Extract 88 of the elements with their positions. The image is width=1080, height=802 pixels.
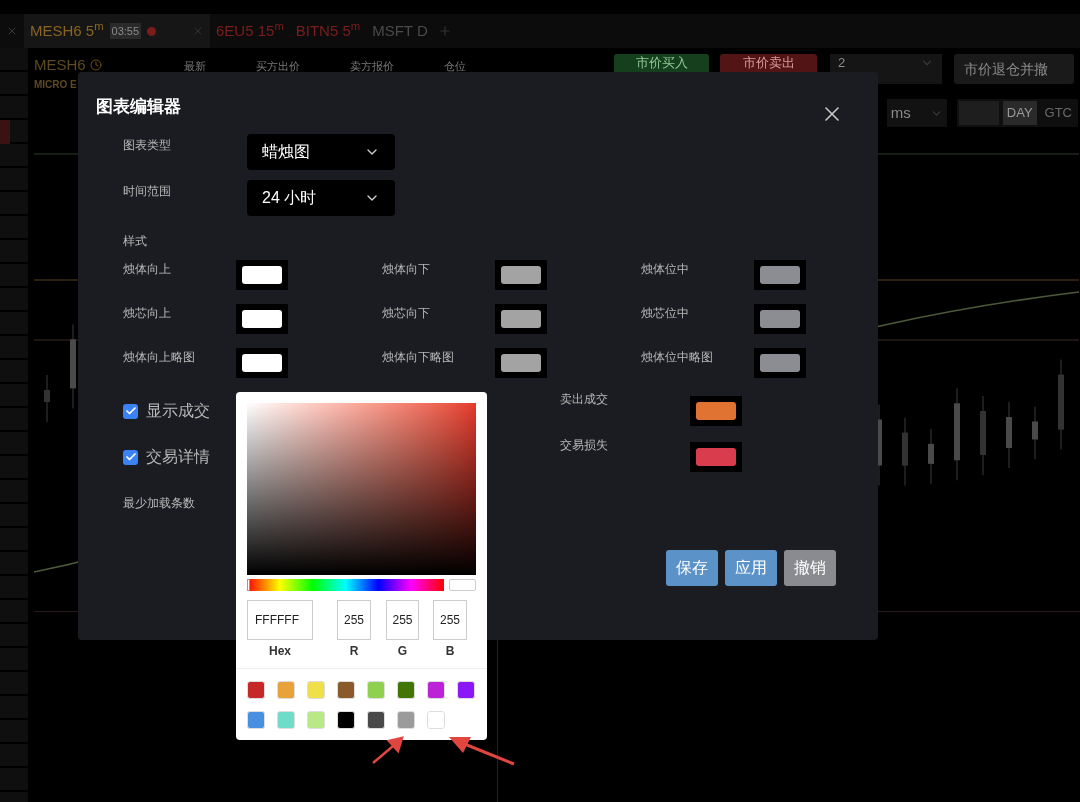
checkbox[interactable]: [123, 449, 138, 465]
color-option-label: 烛体向下: [382, 261, 431, 278]
tab-label: 6EU5 15$^{m}$: [216, 19, 284, 41]
clock-icon: [89, 59, 102, 72]
color-swatch[interactable]: [754, 260, 806, 290]
order-type-dropdown[interactable]: ms: [886, 99, 947, 127]
column-header: 仓位: [444, 59, 466, 74]
preset-color-swatch[interactable]: [247, 681, 265, 699]
input-label: R: [349, 643, 359, 660]
color-preview: [449, 579, 476, 591]
candlestick: [928, 428, 934, 485]
checkbox-label: 交易详情: [146, 447, 210, 467]
color-value-input[interactable]: 255: [433, 600, 467, 640]
tab-label: MSFT D: [372, 20, 428, 41]
color-swatch[interactable]: [754, 348, 806, 378]
status-marker: [0, 120, 10, 144]
preset-color-swatch[interactable]: [277, 681, 295, 699]
color-option-label: 烛芯向下: [382, 305, 431, 322]
column-header: 最新: [184, 59, 206, 74]
color-option-label: 交易损失: [560, 437, 609, 454]
preset-color-swatch[interactable]: [307, 711, 325, 729]
color-option-label: 烛芯位中: [641, 305, 690, 322]
preset-color-swatch[interactable]: [277, 711, 295, 729]
dialog-title: 图表编辑器: [96, 96, 181, 119]
time-in-force-toggle[interactable]: DAY: [1002, 101, 1037, 125]
select-dropdown[interactable]: 24 小时: [247, 180, 395, 216]
color-option-label: 烛体向下略图: [382, 349, 455, 366]
candlestick: [1032, 406, 1038, 460]
color-option-label: 烛芯向上: [123, 305, 172, 322]
input-label: G: [397, 643, 408, 660]
input-label: Hex: [269, 643, 291, 660]
field-label: 时间范围: [123, 183, 172, 200]
color-swatch[interactable]: [236, 348, 288, 378]
instrument-symbol: MESH6: [34, 55, 86, 75]
preset-color-swatch[interactable]: [367, 711, 385, 729]
color-value-input[interactable]: FFFFFF: [247, 600, 313, 640]
input-label: B: [445, 643, 455, 660]
field-label: 最少加载条数: [123, 495, 196, 512]
annotation-arrow: [371, 735, 405, 765]
color-option-label: 卖出成交: [560, 391, 609, 408]
color-swatch[interactable]: [495, 304, 547, 334]
color-swatch[interactable]: [236, 260, 288, 290]
preset-color-swatch[interactable]: [427, 681, 445, 699]
candlestick: [902, 417, 908, 487]
column-header: 买方出价: [256, 59, 300, 74]
color-option-label: 烛体向上: [123, 261, 172, 278]
checkbox[interactable]: [123, 403, 138, 419]
toggle-icon[interactable]: [958, 101, 999, 125]
color-swatch[interactable]: [236, 304, 288, 334]
instrument-tab[interactable]: MESH6 5$^{m}$ 03:55: [24, 14, 210, 48]
color-value-input[interactable]: 255: [386, 600, 419, 640]
color-swatch[interactable]: [495, 260, 547, 290]
field-label: 图表类型: [123, 137, 172, 154]
preset-color-swatch[interactable]: [397, 711, 415, 729]
color-swatch[interactable]: [495, 348, 547, 378]
time-in-force-toggle[interactable]: GTC: [1040, 101, 1076, 125]
dialog-button[interactable]: 保存: [666, 550, 718, 586]
preset-color-swatch[interactable]: [307, 681, 325, 699]
preset-color-swatch[interactable]: [397, 681, 415, 699]
instrument-subtitle: MICRO E: [34, 77, 78, 92]
saturation-gradient-area[interactable]: [247, 403, 476, 575]
hue-slider-thumb[interactable]: [247, 579, 250, 591]
color-option-label: 烛体位中: [641, 261, 690, 278]
preset-color-swatch[interactable]: [367, 681, 385, 699]
tab-timer: 03:55: [109, 22, 142, 40]
color-swatch[interactable]: [690, 442, 742, 472]
dialog-button[interactable]: 应用: [725, 550, 777, 586]
checkbox-label: 显示成交: [146, 401, 210, 421]
candlestick: [44, 374, 50, 423]
flatten-button[interactable]: 市价退仓并撤: [954, 54, 1074, 84]
color-option-label: 烛体位中略图: [641, 349, 714, 366]
column-header: 卖方报价: [350, 59, 394, 74]
color-value-input[interactable]: 255: [337, 600, 371, 640]
preset-color-swatch[interactable]: [247, 711, 265, 729]
hue-slider[interactable]: [247, 579, 444, 591]
color-option-label: 烛体向上略图: [123, 349, 196, 366]
preset-color-swatch[interactable]: [457, 681, 475, 699]
candlestick: [1006, 401, 1012, 469]
preset-color-swatch[interactable]: [337, 681, 355, 699]
preset-color-swatch[interactable]: [337, 711, 355, 729]
tab-label: BITN5 5$^{m}$: [295, 19, 361, 41]
color-swatch[interactable]: [754, 304, 806, 334]
dialog-button[interactable]: 撤销: [784, 550, 836, 586]
color-swatch[interactable]: [690, 396, 742, 426]
select-dropdown[interactable]: 蜡烛图: [247, 134, 395, 170]
preset-color-swatch[interactable]: [427, 711, 445, 729]
section-heading: 样式: [123, 233, 148, 250]
tab-label: MESH6 5$^{m}$: [30, 19, 104, 41]
